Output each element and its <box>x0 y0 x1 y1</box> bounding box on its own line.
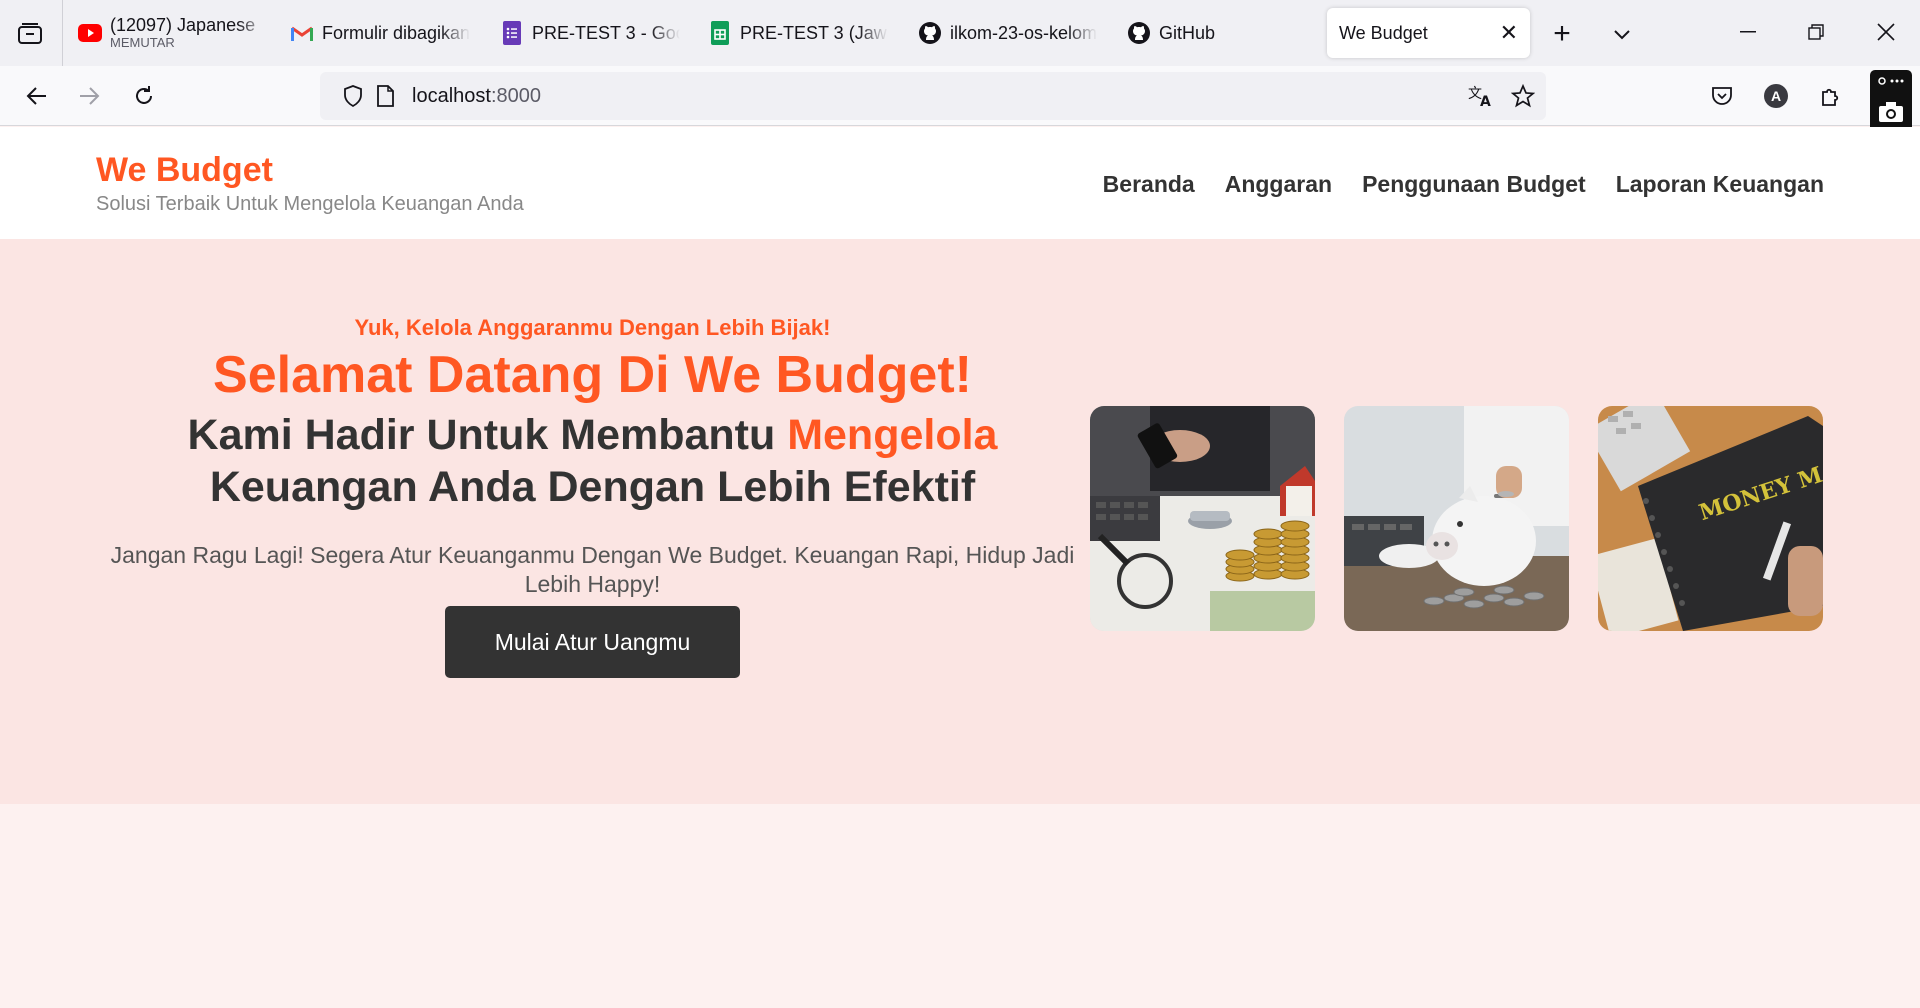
gmail-icon <box>290 21 314 45</box>
url-port: :8000 <box>490 84 541 107</box>
tab-github[interactable]: GitHub <box>1127 8 1277 58</box>
hero-subtitle-part2: Keuangan Anda Dengan Lebih Efektif <box>209 462 976 511</box>
chevron-down-icon[interactable] <box>1606 18 1638 50</box>
account-avatar[interactable]: A <box>1760 80 1792 112</box>
tab-title: ilkom-23-os-kelom <box>950 22 1098 43</box>
piggy-bank-image <box>1344 406 1569 631</box>
url-text[interactable]: localhost:8000 <box>412 85 541 108</box>
tab-playing-status: MEMUTAR <box>110 34 175 50</box>
start-budgeting-button[interactable]: Mulai Atur Uangmu <box>445 605 740 678</box>
bookmark-star-icon[interactable] <box>1508 81 1538 111</box>
restore-button[interactable] <box>1796 14 1836 50</box>
avatar-initial: A <box>1764 84 1788 108</box>
tab-title: PRE-TEST 3 - Goog <box>532 22 680 43</box>
github-icon <box>918 21 942 45</box>
tab-google-sheets[interactable]: PRE-TEST 3 (Jawab <box>708 8 888 58</box>
hero-section: Yuk, Kelola Anggaranmu Dengan Lebih Bija… <box>0 239 1920 804</box>
close-tab-icon[interactable]: ✕ <box>1500 20 1518 46</box>
minimize-button[interactable] <box>1728 14 1768 50</box>
google-forms-icon <box>500 21 524 45</box>
tab-title: GitHub <box>1159 22 1216 43</box>
browser-toolbar: localhost:8000 文A A <box>0 66 1920 126</box>
google-sheets-icon <box>708 21 732 45</box>
url-host: localhost <box>412 84 491 107</box>
site-tagline: Solusi Terbaik Untuk Mengelola Keuangan … <box>96 193 524 215</box>
github-icon <box>1127 21 1151 45</box>
forward-button[interactable] <box>72 78 108 114</box>
youtube-icon <box>78 21 102 45</box>
tab-title: Formulir dibagikan <box>322 22 470 43</box>
tab-github-repo[interactable]: ilkom-23-os-kelom <box>918 8 1098 58</box>
hero-description: Jangan Ragu Lagi! Segera Atur Keuanganmu… <box>110 542 1075 597</box>
back-button[interactable] <box>18 78 54 114</box>
page-info-icon[interactable] <box>370 81 400 111</box>
nav-link-anggaran[interactable]: Anggaran <box>1225 171 1332 198</box>
hero-title: Selamat Datang Di We Budget! <box>213 346 972 404</box>
nav-link-beranda[interactable]: Beranda <box>1103 171 1195 198</box>
hero-subtitle-accent: Mengelola <box>787 411 998 460</box>
reload-button[interactable] <box>126 78 162 114</box>
pocket-icon[interactable] <box>1706 80 1738 112</box>
hero-subtitle-part1: Kami Hadir Untuk Membantu <box>187 411 788 460</box>
site-nav: Beranda Anggaran Penggunaan Budget Lapor… <box>1103 171 1824 198</box>
tab-title: We Budget <box>1339 22 1428 43</box>
tab-title: (12097) Japanese s <box>110 15 258 35</box>
tab-title: PRE-TEST 3 (Jawab <box>740 22 888 43</box>
browser-tab-strip: (12097) Japanese s MEMUTAR Formulir diba… <box>0 0 1920 66</box>
nav-link-laporan-keuangan[interactable]: Laporan Keuangan <box>1616 171 1824 198</box>
money-management-book-image: MONEY MANAGEMENT <box>1598 406 1823 631</box>
nav-link-penggunaan-budget[interactable]: Penggunaan Budget <box>1362 171 1586 198</box>
money-coins-image <box>1090 406 1315 631</box>
tab-list-icon[interactable] <box>12 18 48 50</box>
svg-text:A: A <box>1480 94 1491 108</box>
site-logo[interactable]: We Budget <box>96 151 273 190</box>
site-header: We Budget Solusi Terbaik Untuk Mengelola… <box>0 127 1920 239</box>
tab-separator <box>62 0 63 66</box>
extensions-icon[interactable] <box>1814 80 1846 112</box>
tab-youtube[interactable]: (12097) Japanese s MEMUTAR <box>78 8 258 58</box>
hero-text: Yuk, Kelola Anggaranmu Dengan Lebih Bija… <box>110 315 1075 678</box>
more-options-icon[interactable] <box>1875 74 1907 88</box>
hero-kicker: Yuk, Kelola Anggaranmu Dengan Lebih Bija… <box>354 315 831 340</box>
translate-icon[interactable]: 文A <box>1466 81 1496 111</box>
hero-subtitle: Kami Hadir Untuk Membantu Mengelola Keua… <box>110 410 1075 513</box>
camera-icon[interactable] <box>1875 96 1907 128</box>
close-window-button[interactable] <box>1866 14 1906 50</box>
page-lower-area <box>0 804 1920 1008</box>
tab-gmail[interactable]: Formulir dibagikan <box>290 8 470 58</box>
tab-google-forms[interactable]: PRE-TEST 3 - Goog <box>500 8 680 58</box>
tab-we-budget[interactable]: We Budget ✕ <box>1327 8 1530 58</box>
shield-icon[interactable] <box>338 81 368 111</box>
url-bar[interactable]: localhost:8000 文A <box>320 72 1546 120</box>
new-tab-button[interactable]: + <box>1546 17 1578 50</box>
